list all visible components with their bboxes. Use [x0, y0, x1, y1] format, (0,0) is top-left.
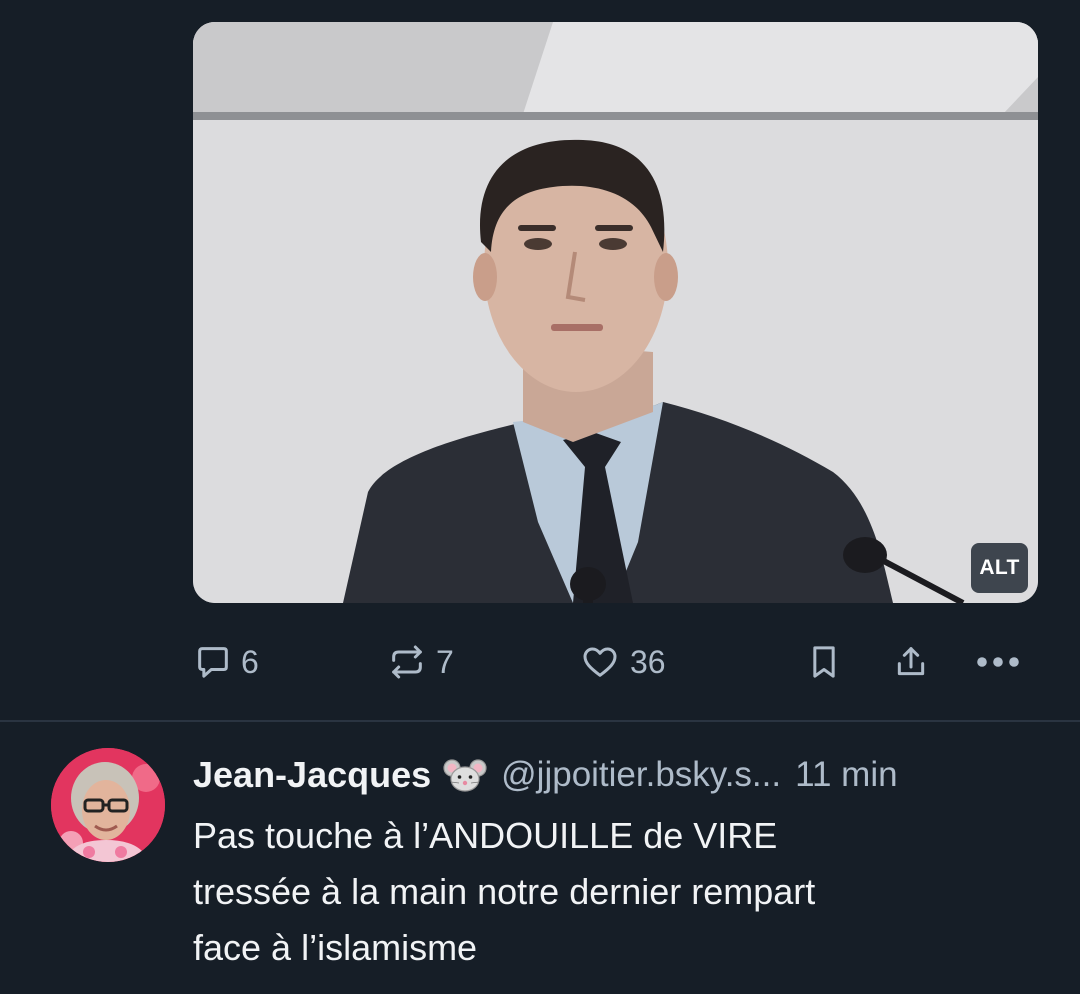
- mouse-face-icon: [443, 757, 487, 793]
- heart-icon: [578, 642, 622, 682]
- reply-count: 6: [241, 643, 259, 680]
- like-count: 36: [630, 643, 666, 680]
- post-top: ALT 6 7 36: [0, 0, 1080, 720]
- reply-header: Jean-Jacques @jjpoitier.bsky.s... 11 min: [193, 752, 1043, 798]
- post-image[interactable]: ALT: [193, 22, 1038, 603]
- display-name[interactable]: Jean-Jacques: [193, 754, 431, 796]
- portrait-photo: [193, 22, 1038, 603]
- avatar[interactable]: [51, 748, 165, 862]
- alt-text-badge[interactable]: ALT: [971, 543, 1028, 593]
- more-dots-icon: [972, 642, 1024, 682]
- like-button[interactable]: 36: [578, 636, 666, 688]
- bookmark-icon: [804, 642, 844, 682]
- repost-count: 7: [436, 643, 454, 680]
- share-icon: [890, 642, 932, 682]
- share-button[interactable]: [890, 636, 932, 688]
- more-options-button[interactable]: [972, 636, 1024, 688]
- repost-button[interactable]: 7: [386, 636, 454, 688]
- post-time[interactable]: 11 min: [795, 755, 897, 795]
- reply-text-line: face à l’islamisme: [193, 927, 478, 968]
- reply-post[interactable]: Jean-Jacques @jjpoitier.bsky.s... 11 min…: [0, 722, 1080, 994]
- repost-icon: [386, 642, 428, 682]
- reply-text-line: tressée à la main notre dernier rempart: [193, 871, 816, 912]
- post-action-bar: 6 7 36: [0, 636, 1080, 688]
- bookmark-button[interactable]: [804, 636, 844, 688]
- reply-text-line: Pas touche à l’ANDOUILLE de VIRE: [193, 815, 778, 856]
- comment-icon: [193, 642, 233, 682]
- user-handle[interactable]: @jjpoitier.bsky.s...: [501, 755, 781, 795]
- reply-text: Pas touche à l’ANDOUILLE de VIRE tressée…: [193, 808, 1023, 976]
- reply-button[interactable]: 6: [193, 636, 259, 688]
